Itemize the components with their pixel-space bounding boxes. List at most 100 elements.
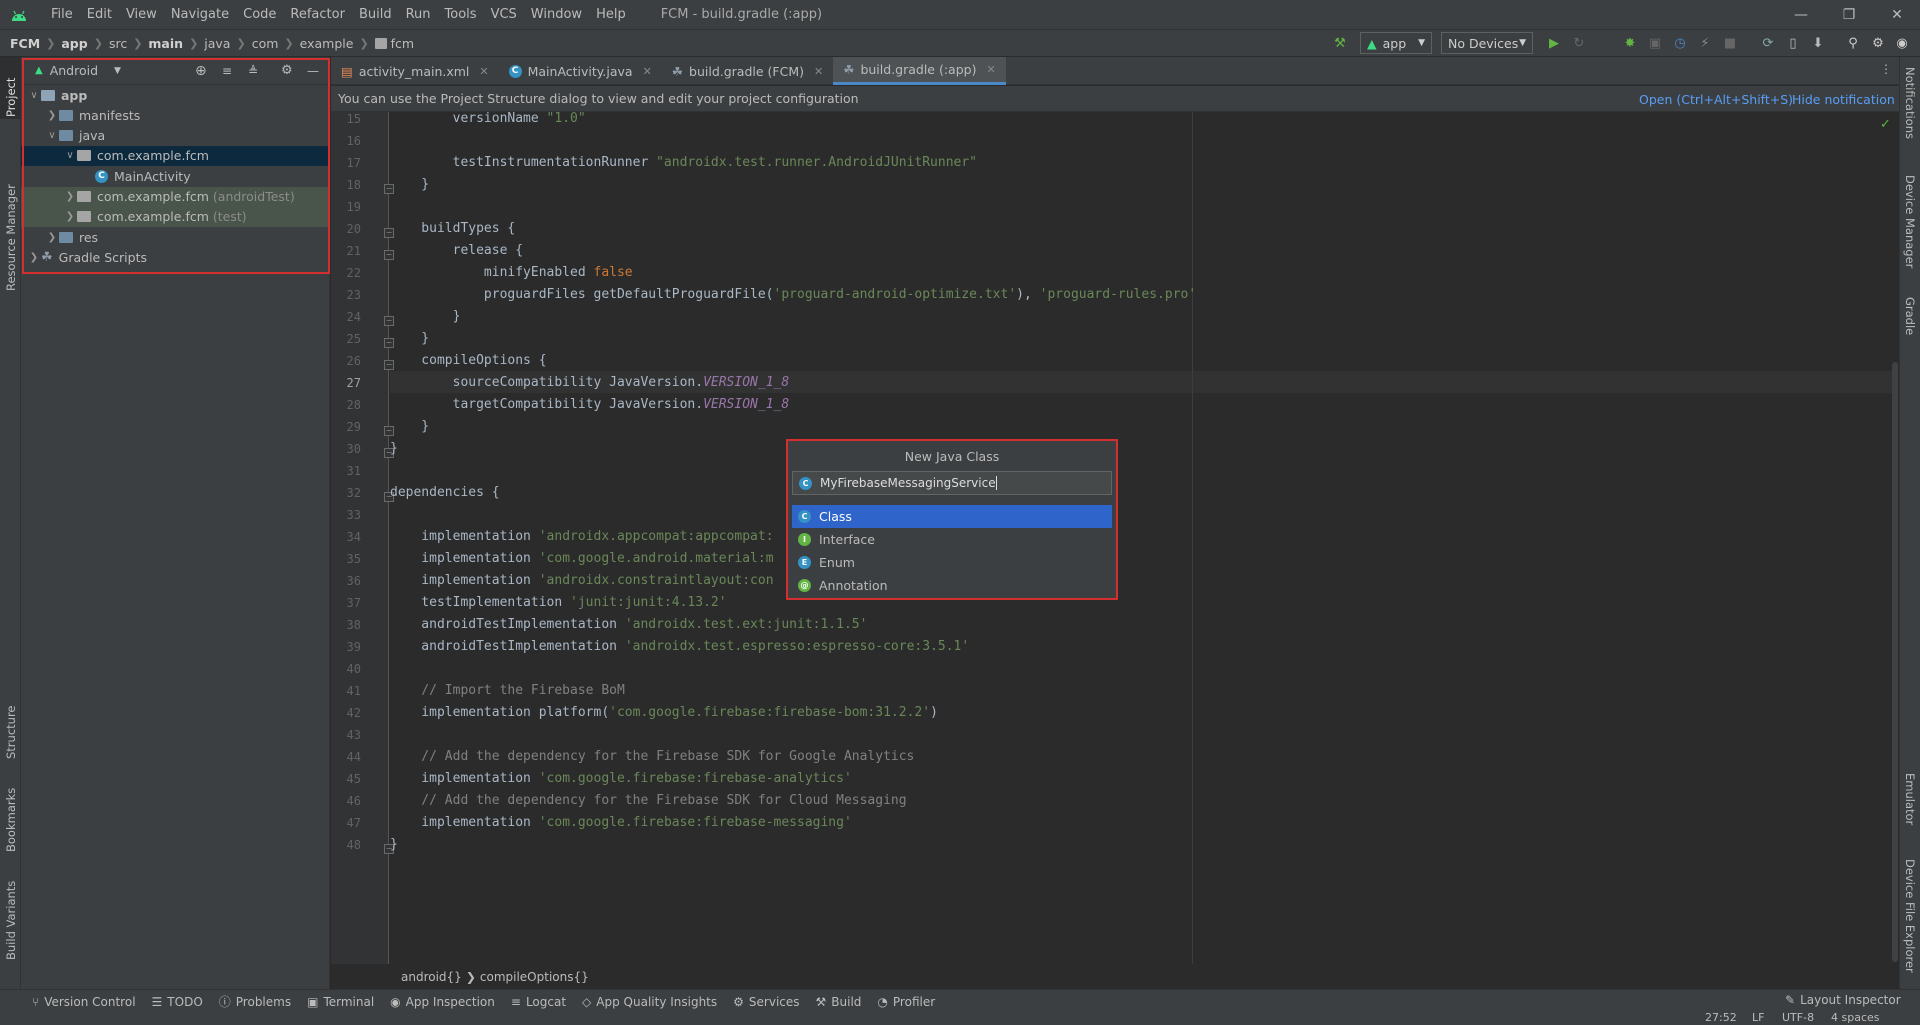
code-token: compileOptions { [390,353,547,368]
device-select[interactable]: No Devices ▼ [1441,32,1533,54]
breadcrumb-item[interactable]: com [252,36,279,51]
menu-view[interactable]: View [119,7,164,22]
apply-changes-icon[interactable]: ⚡ [1695,33,1715,53]
code-token: 'junit:junit:4.13.2' [570,595,727,610]
tool-bookmarks[interactable]: Bookmarks [4,788,18,852]
tool-terminal[interactable]: ▣ Terminal [299,995,382,1009]
tool-version-control[interactable]: ⑂ Version Control [24,995,144,1009]
menu-navigate[interactable]: Navigate [164,7,236,22]
breadcrumb-item[interactable]: main [148,36,183,51]
run-icon[interactable]: ▶ [1544,33,1564,53]
stop-icon[interactable]: ■ [1720,33,1740,53]
editor-breadcrumb-item[interactable]: android{} [401,970,462,984]
breadcrumb-item[interactable]: example [300,36,354,51]
minimize-button[interactable]: — [1778,0,1824,29]
tool-label: Services [748,994,800,1009]
tool-build[interactable]: ⚒ Build [808,995,870,1009]
tool-logcat[interactable]: ≡ Logcat [503,995,574,1009]
code-editor[interactable]: versionName "1.0" testInstrumentationRun… [390,111,1890,964]
breadcrumb-item[interactable]: fcm [391,36,414,51]
class-icon: C [799,476,812,490]
sdk-manager-icon[interactable]: ⬇ [1808,33,1828,53]
breadcrumb-item[interactable]: java [204,36,230,51]
line-number: 21 [346,244,361,258]
attach-debugger-icon[interactable]: ▣ [1645,33,1665,53]
line-number: 33 [346,508,361,522]
option-class[interactable]: C Class [792,505,1112,528]
more-tabs-icon[interactable]: ⋮ [1880,62,1892,76]
line-number: 30 [346,442,361,456]
tab-mainactivity-java[interactable]: C MainActivity.java ✕ [499,57,662,85]
menu-edit[interactable]: Edit [80,7,119,22]
hammer-build-icon[interactable]: ⚒ [1330,33,1350,53]
tool-gradle[interactable]: Gradle [1903,297,1917,335]
close-tab-icon[interactable]: ✕ [814,65,823,78]
rerun-icon[interactable]: ↻ [1569,33,1589,53]
tool-services[interactable]: ⚙ Services [725,995,807,1009]
open-project-structure-link[interactable]: Open (Ctrl+Alt+Shift+S) [1639,92,1793,107]
class-name-input[interactable]: C MyFirebaseMessagingService [792,471,1112,495]
line-separator[interactable]: LF [1752,1011,1764,1024]
tool-device-file-explorer[interactable]: Device File Explorer [1903,859,1917,973]
run-config-select[interactable]: ▲ app ▼ [1360,32,1432,54]
code-token: 'proguard-rules.pro' [1039,287,1197,302]
menu-build[interactable]: Build [352,7,399,22]
editor-breadcrumb-item[interactable]: compileOptions{} [480,970,589,984]
file-encoding[interactable]: UTF-8 [1782,1011,1814,1024]
build-icon: ⚒ [815,994,827,1009]
option-interface[interactable]: I Interface [792,528,1112,551]
menu-vcs[interactable]: VCS [484,7,524,22]
menu-help[interactable]: Help [589,7,633,22]
account-icon[interactable]: ◉ [1892,33,1912,53]
no-problems-check-icon[interactable]: ✓ [1880,117,1891,132]
menu-window[interactable]: Window [524,7,589,22]
option-annotation[interactable]: @ Annotation [792,574,1112,597]
breadcrumb-item[interactable]: app [61,36,87,51]
tool-project[interactable]: Project [4,78,18,117]
settings-gear-icon[interactable]: ⚙ [1868,33,1888,53]
tool-notifications[interactable]: Notifications [1903,67,1917,139]
menu-file[interactable]: File [44,7,80,22]
device-manager-icon[interactable]: ▯ [1783,33,1803,53]
tool-build-variants[interactable]: Build Variants [4,881,18,960]
debug-icon[interactable]: ✸ [1620,33,1640,53]
menu-tools[interactable]: Tools [438,7,484,22]
editor-vertical-scrollbar[interactable] [1891,112,1899,964]
tool-resource-manager[interactable]: Resource Manager [4,184,18,291]
tool-device-manager[interactable]: Device Manager [1903,175,1917,268]
breadcrumb-item[interactable]: src [109,36,127,51]
tool-todo[interactable]: ☰ TODO [144,995,211,1009]
tab-activity-main-xml[interactable]: ▤ activity_main.xml ✕ [331,57,499,85]
tool-profiler[interactable]: ◔ Profiler [869,995,943,1009]
sync-gradle-icon[interactable]: ⟳ [1758,33,1778,53]
code-line: implementation 'androidx.constraintlayou… [390,570,773,592]
breadcrumb-item[interactable]: FCM [10,36,40,51]
tool-emulator[interactable]: Emulator [1903,773,1917,825]
version-control-icon: ⑂ [32,994,40,1009]
search-icon[interactable]: ⚲ [1843,33,1863,53]
line-number: 42 [346,706,361,720]
menu-refactor[interactable]: Refactor [283,7,352,22]
code-token: 'proguard-android-optimize.txt' [773,287,1017,302]
tab-build-gradle-fcm-[interactable]: ☘ build.gradle (FCM) ✕ [662,57,833,85]
option-enum[interactable]: E Enum [792,551,1112,574]
tool-problems[interactable]: ⓘ Problems [211,993,299,1010]
caret-position[interactable]: 27:52 [1705,1011,1737,1024]
tool-app-inspection[interactable]: ◉ App Inspection [382,995,503,1009]
restore-button[interactable]: ❐ [1826,0,1872,29]
hide-notification-link[interactable]: Hide notification [1792,92,1895,107]
menu-run[interactable]: Run [399,7,438,22]
layout-inspector-button[interactable]: ✎ Layout Inspector [1785,993,1901,1007]
services-icon: ⚙ [733,994,744,1009]
tab-build-gradle-app-[interactable]: ☘ build.gradle (:app) ✕ [833,57,1006,85]
menu-code[interactable]: Code [236,7,283,22]
close-tab-icon[interactable]: ✕ [479,65,488,78]
close-tab-icon[interactable]: ✕ [643,65,652,78]
indent-setting[interactable]: 4 spaces [1831,1011,1880,1024]
tool-app-quality-insights[interactable]: ◇ App Quality Insights [574,995,725,1009]
tool-structure[interactable]: Structure [4,706,18,760]
profile-icon[interactable]: ◷ [1670,33,1690,53]
close-tab-icon[interactable]: ✕ [986,63,995,76]
close-window-button[interactable]: ✕ [1874,0,1920,29]
option-label: Class [819,509,852,524]
